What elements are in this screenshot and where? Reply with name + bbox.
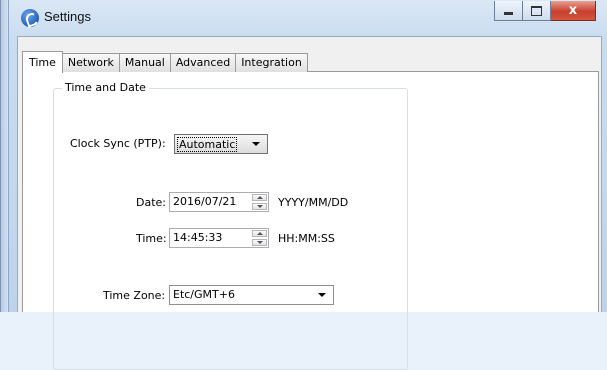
chevron-down-icon (318, 293, 326, 297)
time-zone-dropdown[interactable]: Etc/GMT+6 (169, 285, 334, 305)
group-title: Time and Date (62, 81, 149, 94)
time-zone-label: Time Zone: (103, 289, 166, 302)
time-format-hint: HH:MM:SS (278, 232, 335, 245)
time-input[interactable]: 14:45:33 (169, 228, 269, 248)
tab-integration[interactable]: Integration (235, 53, 308, 72)
time-spin-up[interactable] (252, 230, 267, 237)
date-input[interactable]: 2016/07/21 (169, 192, 269, 212)
spin-up-icon (257, 232, 263, 235)
tab-strip: Time Network Manual Advanced Integration (22, 50, 308, 73)
maximize-button[interactable] (523, 1, 551, 21)
settings-window: Settings x Time Network Manual Advanced … (0, 0, 607, 370)
clock-sync-value: Automatic (177, 137, 238, 152)
spin-down-icon (257, 241, 263, 244)
time-zone-value: Etc/GMT+6 (173, 288, 235, 301)
maximize-icon (531, 5, 542, 16)
time-spin-down[interactable] (252, 239, 267, 246)
time-label: Time: (136, 232, 167, 245)
window-edge (1, 0, 9, 312)
date-label: Date: (136, 196, 166, 209)
date-spinner[interactable] (252, 194, 267, 210)
title-bar[interactable]: Settings x (8, 0, 607, 34)
tab-advanced[interactable]: Advanced (169, 53, 237, 72)
time-tab-panel: Time and Date Clock Sync (PTP): Automati… (22, 71, 599, 370)
tab-manual[interactable]: Manual (118, 53, 171, 72)
clock-sync-label: Clock Sync (PTP): (70, 137, 166, 150)
client-area: Time Network Manual Advanced Integration… (17, 36, 602, 370)
time-value: 14:45:33 (173, 231, 223, 244)
tab-time[interactable]: Time (22, 51, 63, 73)
date-value: 2016/07/21 (173, 195, 237, 208)
spin-down-icon (257, 205, 263, 208)
date-spin-down[interactable] (252, 203, 267, 210)
minimize-icon (504, 12, 513, 15)
clock-sync-dropdown[interactable]: Automatic (174, 134, 268, 154)
date-spin-up[interactable] (252, 194, 267, 201)
window-title: Settings (44, 9, 91, 24)
date-format-hint: YYYY/MM/DD (278, 196, 349, 209)
settings-app-icon (21, 9, 39, 27)
spin-up-icon (257, 196, 263, 199)
close-button[interactable]: x (551, 1, 596, 21)
chevron-down-icon (252, 142, 260, 146)
tab-network[interactable]: Network (61, 53, 120, 72)
minimize-button[interactable] (494, 1, 523, 21)
time-and-date-group: Time and Date Clock Sync (PTP): Automati… (53, 81, 408, 370)
close-icon: x (568, 3, 578, 18)
window-controls: x (494, 1, 596, 21)
time-spinner[interactable] (252, 230, 267, 246)
